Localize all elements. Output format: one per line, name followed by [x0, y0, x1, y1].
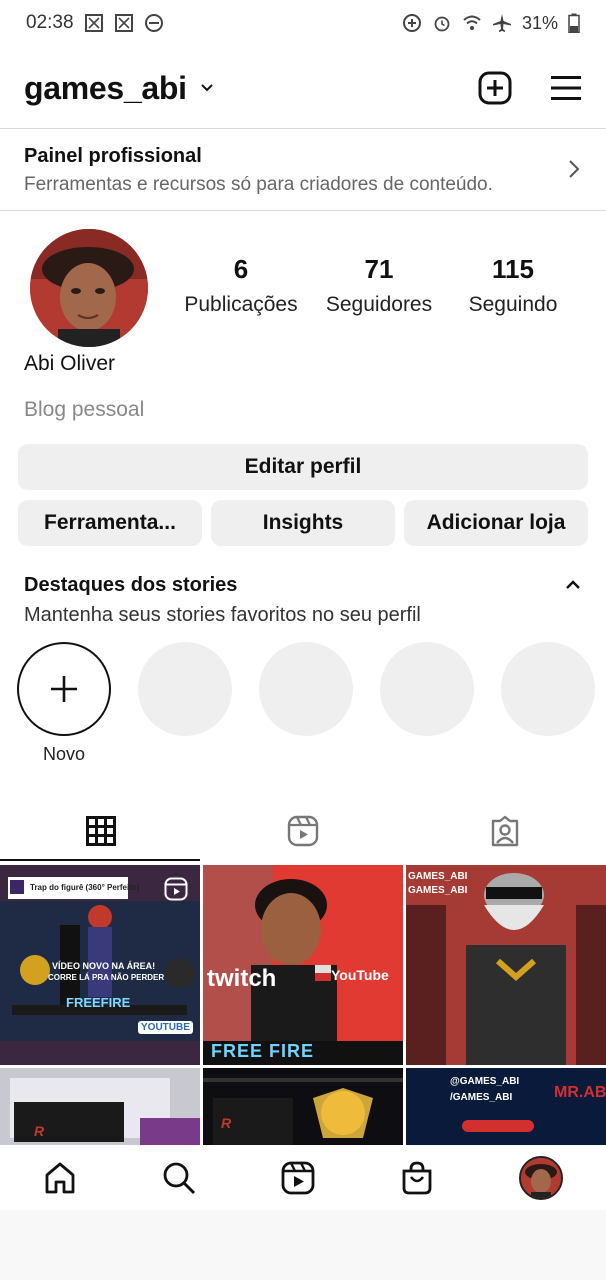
bottom-navigation [0, 1145, 606, 1210]
post-image: R [0, 1068, 200, 1145]
alarm-icon [434, 16, 450, 32]
active-tab-indicator [0, 859, 200, 861]
post-text: FREE FIRE [211, 1041, 315, 1061]
post-image: R [203, 1068, 403, 1145]
chevron-down-icon[interactable] [199, 80, 215, 96]
profile-nav-avatar[interactable] [519, 1155, 564, 1200]
highlights-title: Destaques dos stories [24, 574, 238, 596]
highlight-placeholder [501, 642, 595, 736]
highlights-subtitle: Mantenha seus stories favoritos no seu p… [24, 604, 421, 626]
post-text: GAMES_ABI [408, 871, 468, 882]
grid-icon [86, 816, 116, 846]
post-text: GAMES_ABI [408, 885, 468, 896]
status-bar: 02:38 31% [0, 0, 606, 46]
home-icon[interactable] [43, 1161, 77, 1195]
chevron-right-icon [569, 160, 580, 178]
reels-icon [287, 815, 319, 847]
profile-stats: 6 Publicações 71 Seguidores 115 Seguindo [170, 254, 580, 317]
profile-header: games_abi [0, 60, 606, 116]
stat-followers[interactable]: 71 Seguidores [312, 254, 446, 317]
stat-label: Seguidores [325, 293, 433, 316]
post-text: CORRE LÁ PRA NÃO PERDER [48, 973, 165, 982]
avatar-photo [30, 229, 148, 347]
stat-label: Seguindo [468, 293, 558, 316]
highlight-placeholder [138, 642, 232, 736]
post-thumbnail[interactable]: R [203, 1068, 403, 1145]
avatar-photo [521, 1157, 562, 1198]
tab-reels[interactable] [202, 800, 404, 862]
shop-icon[interactable] [400, 1161, 434, 1195]
create-post-icon[interactable] [478, 71, 512, 105]
posts-grid: Trap do figurê (360° Perfeito) VÍDEO NOV… [0, 865, 606, 1145]
post-badge: YOUTUBE [138, 1021, 193, 1034]
post-text: twitch [207, 965, 277, 992]
post-text: @GAMES_ABI [450, 1076, 520, 1087]
new-highlight-button[interactable] [17, 642, 111, 736]
post-caption: Trap do figurê (360° Perfeito) [30, 883, 140, 892]
post-text: YouTube [331, 967, 389, 983]
post-text: VÍDEO NOVO NA ÁREA! [52, 961, 156, 971]
airplane-mode-icon [492, 14, 511, 32]
stat-following[interactable]: 115 Seguindo [446, 254, 580, 317]
tagged-user-icon [491, 815, 519, 847]
post-thumbnail[interactable]: Trap do figurê (360° Perfeito) VÍDEO NOV… [0, 865, 200, 1065]
panel-title: Painel profissional [24, 145, 202, 167]
screenshot-icon-2 [114, 14, 133, 32]
post-text: /GAMES_ABI [450, 1092, 513, 1103]
svg-text:R: R [34, 1123, 45, 1139]
account-switcher[interactable]: games_abi [24, 70, 187, 107]
post-text: FREEFIRE [66, 995, 131, 1010]
svg-text:R: R [221, 1115, 232, 1131]
post-thumbnail[interactable]: GAMES_ABI GAMES_ABI [406, 865, 606, 1065]
status-time: 02:38 [26, 12, 74, 33]
tab-tagged[interactable] [404, 800, 606, 862]
post-thumbnail[interactable]: @GAMES_ABI /GAMES_ABI MR.AB [406, 1068, 606, 1145]
post-thumbnail[interactable]: twitch YouTube FREE FIRE [203, 865, 403, 1065]
screenshot-icon [84, 14, 103, 32]
search-icon[interactable] [162, 1161, 196, 1195]
chevron-up-icon[interactable] [564, 578, 582, 592]
post-text: MR.AB [554, 1084, 606, 1101]
data-saver-icon [402, 14, 421, 32]
panel-subtitle: Ferramentas e recursos só para criadores… [24, 174, 493, 195]
edit-profile-button[interactable]: Editar perfil [18, 444, 588, 490]
new-highlight-label: Novo [42, 744, 86, 764]
stat-value: 115 [492, 254, 534, 284]
profile-category: Blog pessoal [24, 398, 145, 421]
stat-label: Publicações [184, 293, 298, 316]
wifi-icon [463, 15, 481, 30]
stat-value: 71 [364, 254, 394, 284]
tools-button[interactable]: Ferramenta... [18, 500, 202, 546]
system-navigation-area [0, 1210, 606, 1280]
do-not-disturb-icon [144, 14, 163, 32]
stat-value: 6 [233, 254, 249, 284]
plus-icon [51, 676, 77, 702]
stat-posts[interactable]: 6 Publicações [170, 254, 312, 317]
post-thumbnail[interactable]: R [0, 1068, 200, 1145]
reels-nav-icon[interactable] [281, 1161, 315, 1195]
professional-dashboard[interactable]: Painel profissional Ferramentas e recurs… [0, 128, 606, 211]
highlight-placeholder [380, 642, 474, 736]
profile-avatar[interactable] [30, 229, 148, 347]
reel-indicator-icon [164, 877, 188, 901]
battery-percent: 31% [521, 12, 558, 33]
battery-icon [568, 13, 580, 33]
menu-icon[interactable] [550, 74, 582, 102]
profile-name: Abi Oliver [24, 352, 116, 375]
highlight-placeholder [259, 642, 353, 736]
tab-grid[interactable] [0, 800, 202, 862]
add-shop-button[interactable]: Adicionar loja [404, 500, 588, 546]
insights-button[interactable]: Insights [211, 500, 395, 546]
